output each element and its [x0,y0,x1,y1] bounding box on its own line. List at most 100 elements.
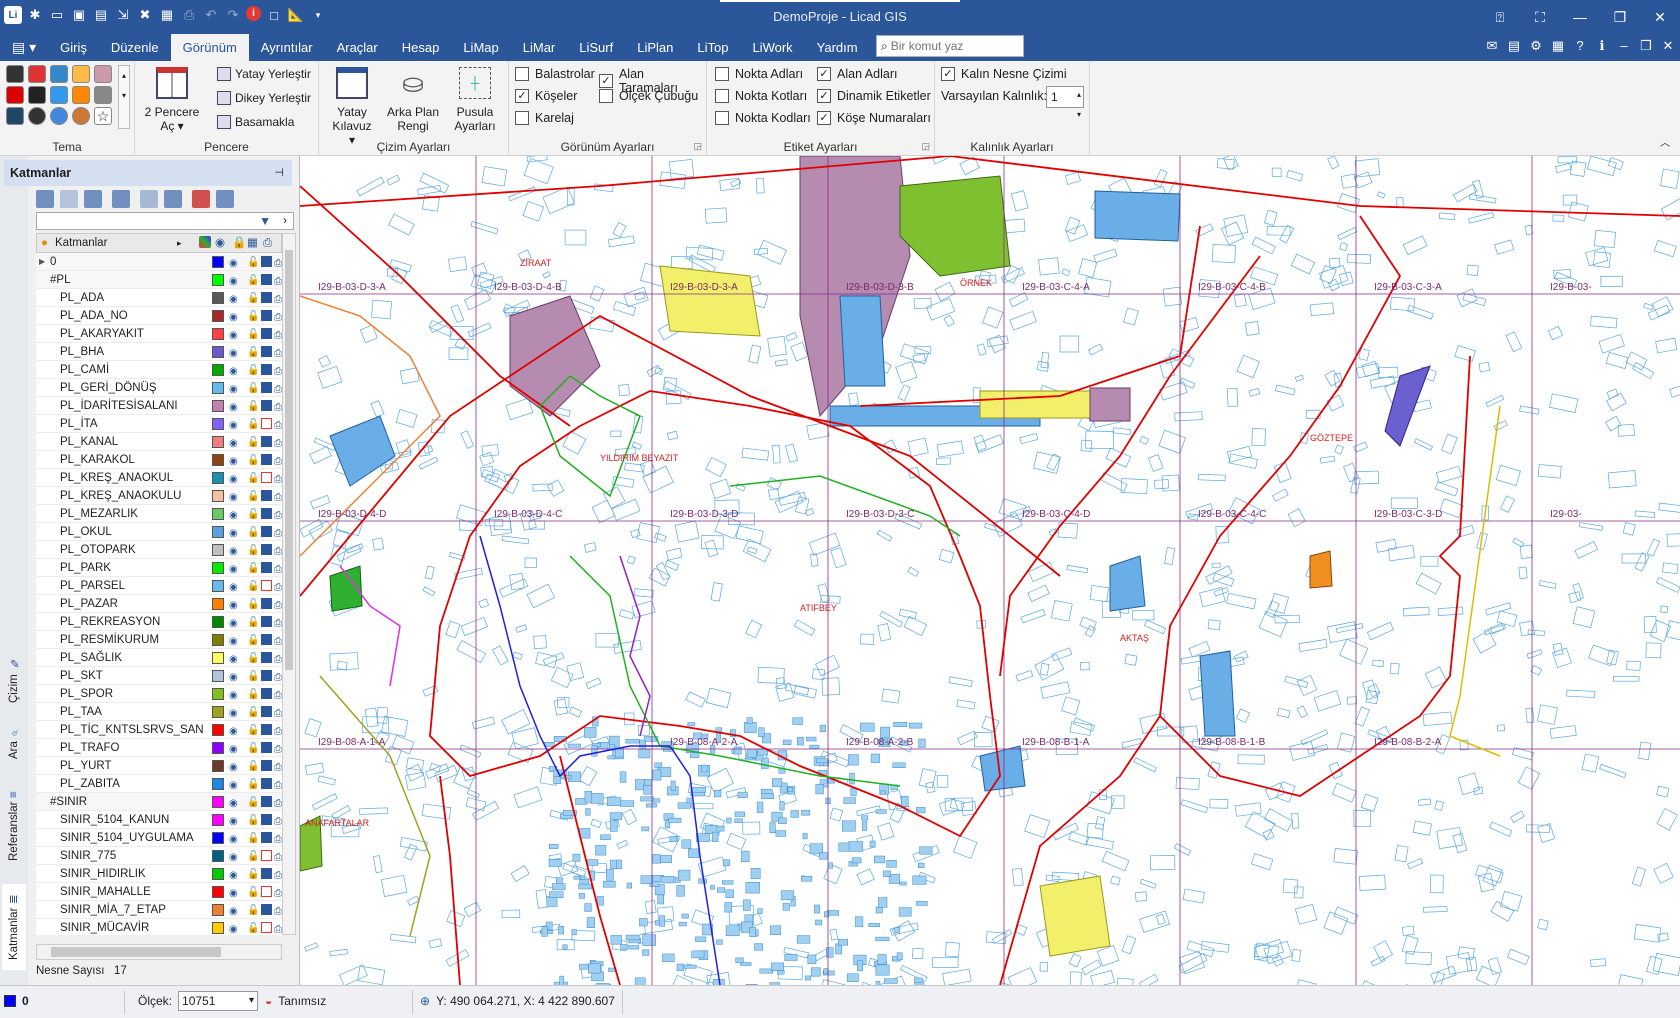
layer-color-swatch[interactable] [212,346,224,358]
layer-color-swatch[interactable] [212,364,224,376]
lock-icon[interactable]: 🔓 [247,398,259,416]
lock-icon[interactable]: 🔓 [247,668,259,686]
tab-3[interactable]: Ayrıntılar [249,34,325,61]
freeze-toggle-icon[interactable] [261,436,272,447]
layer-color-swatch[interactable] [212,922,224,934]
freeze-toggle-icon[interactable] [261,382,272,393]
tab-12[interactable]: Yardım [805,34,870,61]
layer-color-swatch[interactable] [212,886,224,898]
layer-list-hscroll[interactable] [36,944,282,960]
freeze-toggle-icon[interactable] [261,562,272,573]
map-canvas[interactable]: I29-B-03-D-3-A I29-B-03-D-4-B I29-B-03-D-3… [300,156,1680,985]
layer-color-swatch[interactable] [212,742,224,754]
tab-8[interactable]: LiSurf [567,34,625,61]
freeze-toggle-icon[interactable] [261,724,272,735]
alan-adlari-checkbox[interactable]: ✓ Alan Adları [817,67,897,81]
layer-color-swatch[interactable] [212,616,224,628]
freeze-toggle-icon[interactable] [261,778,272,789]
layer-color-swatch[interactable] [212,472,224,484]
tile-horizontal-button[interactable]: Yatay Yerleştir [217,67,311,81]
layer-color-swatch[interactable] [212,562,224,574]
layer-row[interactable]: #SINIR ◉ 🔓 ⎙ [36,793,282,811]
layer-row[interactable]: PL_OKUL ◉ 🔓 ⎙ [36,523,282,541]
freeze-toggle-icon[interactable] [261,508,272,519]
layer-row[interactable]: PL_SPOR ◉ 🔓 ⎙ [36,685,282,703]
theme-11-icon[interactable] [6,107,24,125]
layer-color-swatch[interactable] [212,544,224,556]
layer-row[interactable]: SINIR_MAHALLE ◉ 🔓 ⎙ [36,883,282,901]
freeze-toggle-icon[interactable] [261,760,272,771]
expand-icon[interactable]: ▶ [39,253,45,271]
layer-row[interactable]: PL_SKT ◉ 🔓 ⎙ [36,667,282,685]
lock-icon[interactable]: 🔓 [247,632,259,650]
layer-row[interactable]: PL_ZABITA ◉ 🔓 ⎙ [36,775,282,793]
fullscreen-icon[interactable]: ⛶ [1520,0,1560,34]
layer-row[interactable]: PL_RESMİKURUM ◉ 🔓 ⎙ [36,631,282,649]
gorunum-dialog-launcher-icon[interactable]: ◲ [693,141,702,152]
horizontal-guide-button[interactable]: Yatay Kılavuz ▾ [329,67,375,147]
layer-color-swatch[interactable] [212,598,224,610]
layer-refresh-icon[interactable] [216,190,234,208]
nokta-kotlari-checkbox[interactable]: Nokta Kotları [715,89,807,103]
layer-color-swatch[interactable] [212,778,224,790]
freeze-toggle-icon[interactable] [261,454,272,465]
theme-9-icon[interactable] [72,86,90,104]
layer-row[interactable]: PL_REKREASYON ◉ 🔓 ⎙ [36,613,282,631]
lock-icon[interactable]: 🔓 [247,686,259,704]
tab-katmanlar[interactable]: Katmanlar ≣ [2,884,26,970]
lock-icon[interactable]: 🔓 [247,758,259,776]
tab-9[interactable]: LiPlan [625,34,685,61]
nokta-adlari-checkbox[interactable]: Nokta Adları [715,67,803,81]
layer-row[interactable]: SINIR_5104_UYGULAMA ◉ 🔓 ⎙ [36,829,282,847]
lock-icon[interactable]: 🔓 [247,524,259,542]
layer-row[interactable]: ▶ 0 ◉ 🔓 ⎙ [36,253,282,271]
freeze-toggle-icon[interactable] [261,742,272,753]
tab-1[interactable]: Düzenle [99,34,171,61]
theme-10-icon[interactable] [94,86,112,104]
layer-color-swatch[interactable] [212,850,224,862]
lock-icon[interactable]: 🔓 [247,488,259,506]
tab-11[interactable]: LiWork [740,34,804,61]
freeze-toggle-icon[interactable] [261,490,272,501]
lock-icon[interactable]: 🔓 [247,740,259,758]
karelaj-checkbox[interactable]: Karelaj [515,111,574,125]
theme-3-icon[interactable] [50,65,68,83]
layer-color-swatch[interactable] [212,670,224,682]
lock-icon[interactable]: 🔓 [247,272,259,290]
layer-color-swatch[interactable] [212,508,224,520]
balastrolar-checkbox[interactable]: Balastrolar [515,67,595,81]
restore-button[interactable]: ❐ [1600,0,1640,34]
layer-row[interactable]: PL_SAĞLIK ◉ 🔓 ⎙ [36,649,282,667]
file-menu-button[interactable]: ▤ ▾ [0,34,48,61]
theme-gallery-scroll[interactable]: ▴ ▾ [118,65,130,129]
layer-color-swatch[interactable] [212,652,224,664]
layer-row[interactable]: PL_İTA ◉ 🔓 ⎙ [36,415,282,433]
layer-state-icon[interactable] [164,190,182,208]
layer-color-swatch[interactable] [212,490,224,502]
thickness-spinner[interactable]: 1 ▴ ▾ [1046,86,1084,119]
lock-icon[interactable]: 🔓 [247,614,259,632]
nokta-kodlari-checkbox[interactable]: Nokta Kodları [715,111,811,125]
kalin-nesne-checkbox[interactable]: ✓ Kalın Nesne Çizimi [941,67,1067,81]
freeze-toggle-icon[interactable] [261,310,272,321]
tab-cizim[interactable]: Çizim ✎ [2,652,26,708]
layer-color-swatch[interactable] [212,868,224,880]
lock-icon[interactable]: 🔓 [247,542,259,560]
layer-row[interactable]: PL_KREŞ_ANAOKUL ◉ 🔓 ⎙ [36,469,282,487]
theme-8-icon[interactable] [50,86,68,104]
theme-6-icon[interactable] [6,86,24,104]
layer-filter-box[interactable]: ▼ › [36,212,294,230]
layer-sync-icon[interactable] [192,190,210,208]
lock-icon[interactable]: 🔓 [247,596,259,614]
lock-icon[interactable]: 🔓 [247,308,259,326]
freeze-toggle-icon[interactable] [261,292,272,303]
freeze-toggle-icon[interactable] [261,904,272,915]
theme-7-icon[interactable] [28,86,46,104]
freeze-toggle-icon[interactable] [261,670,272,681]
freeze-toggle-icon[interactable] [261,526,272,537]
etiket-dialog-launcher-icon[interactable]: ◲ [921,141,930,152]
cascade-button[interactable]: Basamakla [217,115,294,129]
lock-icon[interactable]: 🔓 [247,794,259,812]
tile-vertical-button[interactable]: Dikey Yerleştir [217,91,311,105]
filter-icon[interactable]: ▼ [259,214,271,228]
